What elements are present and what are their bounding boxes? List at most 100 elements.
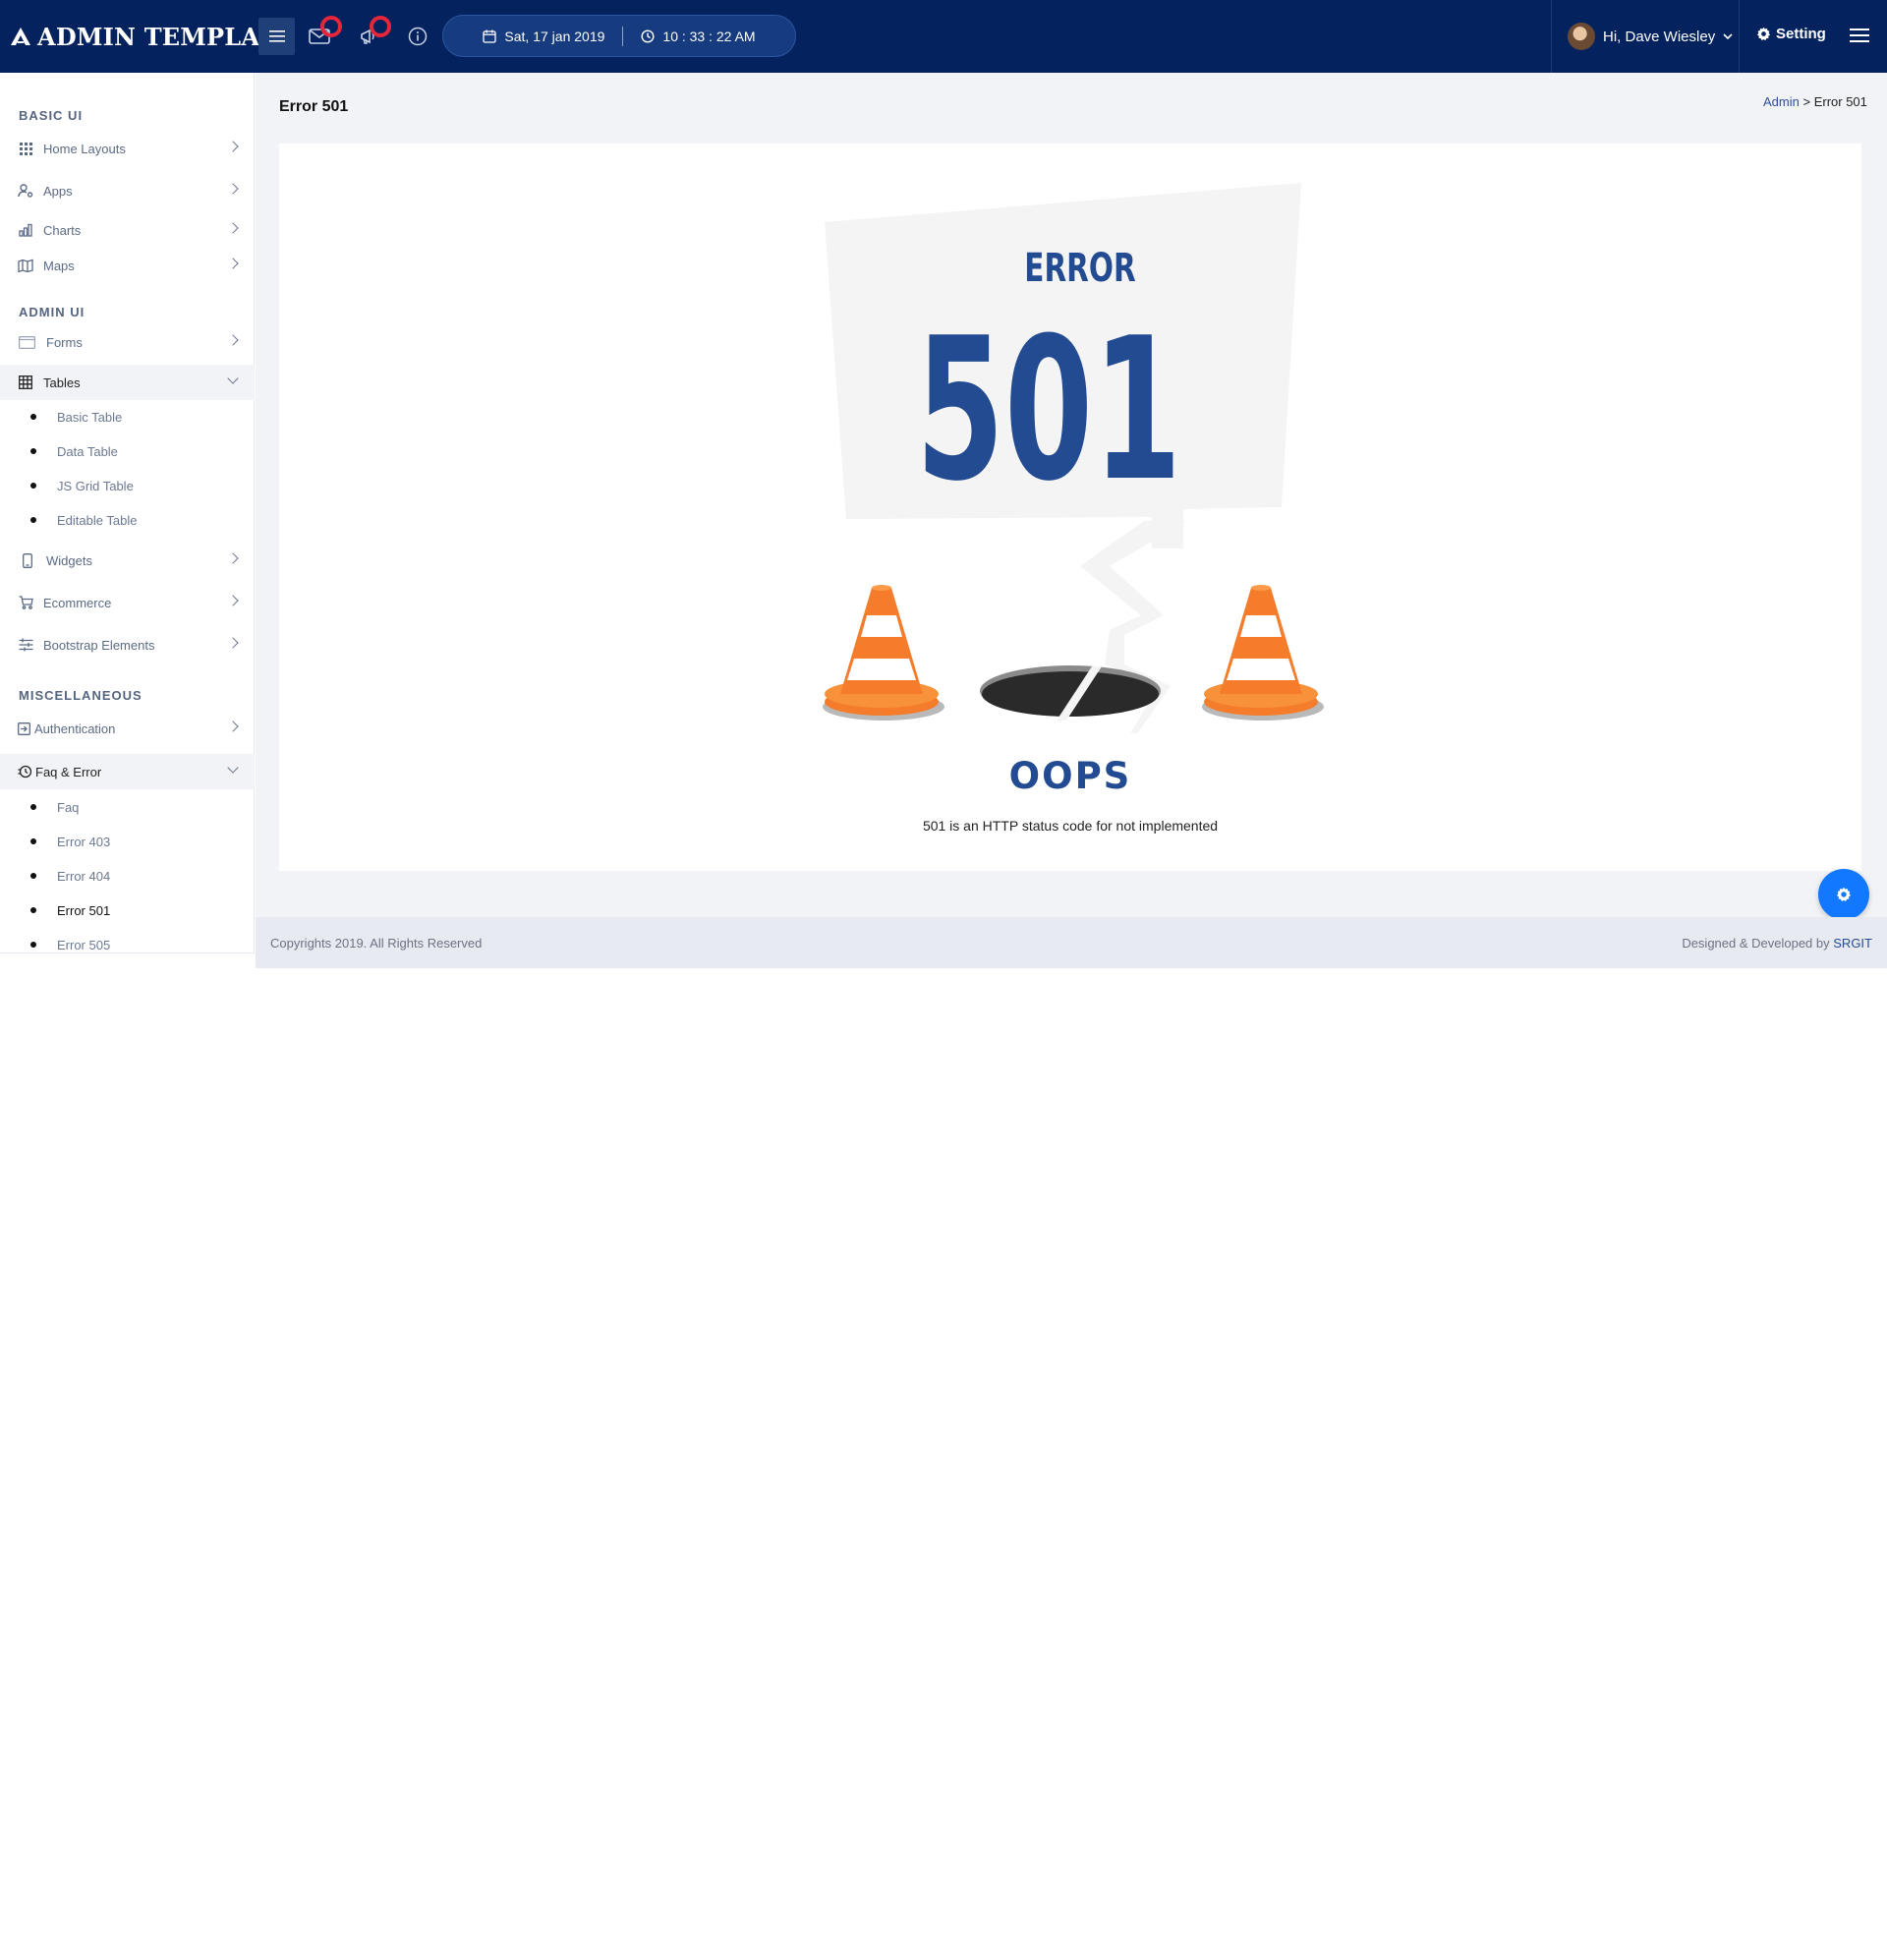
sidebar-item-apps[interactable]: Apps — [0, 173, 255, 208]
map-icon — [18, 258, 33, 273]
sidebar-item-ecommerce[interactable]: Ecommerce — [0, 585, 255, 620]
sidebar-subitem-data-table[interactable]: Data Table — [0, 436, 255, 466]
chevron-right-icon — [227, 222, 239, 234]
hamburger-line — [1850, 40, 1869, 42]
sidebar-item-charts[interactable]: Charts — [0, 212, 255, 248]
sidebar-item-faq-error[interactable]: Faq & Error — [0, 754, 255, 789]
sidebar-item-label: Tables — [43, 375, 81, 390]
user-menu[interactable]: Hi, Dave Wiesley — [1551, 0, 1740, 73]
info-icon — [408, 27, 428, 46]
sidebar-item-label: Home Layouts — [43, 141, 126, 156]
cart-icon — [18, 595, 33, 610]
messages-badge — [320, 16, 342, 37]
sidebar-subitem-error-505[interactable]: Error 505 — [0, 930, 255, 959]
sidebar-subitem-faq[interactable]: Faq — [0, 792, 255, 822]
sliders-icon — [18, 637, 33, 653]
sidebar-item-label: Bootstrap Elements — [43, 637, 155, 653]
user-gear-icon — [18, 183, 33, 199]
chevron-down-icon — [227, 762, 239, 774]
top-navbar: ADMIN TEMPLATE Sat, 17 jan 2019 10: 33 … — [0, 0, 1887, 73]
breadcrumb-admin-link[interactable]: Admin — [1763, 94, 1800, 109]
sidebar-item-label: Maps — [43, 258, 75, 273]
chevron-right-icon — [227, 258, 239, 269]
footer-credit-link[interactable]: SRGIT — [1833, 936, 1872, 951]
login-icon — [18, 721, 30, 736]
page-title: Error 501 — [279, 98, 349, 115]
brand-logo[interactable]: ADMIN TEMPLATE — [10, 20, 294, 53]
date-text: Sat, 17 jan 2019 — [504, 28, 605, 44]
sidebar-item-tables[interactable]: Tables — [0, 365, 255, 400]
sidebar-item-label: Ecommerce — [43, 595, 112, 610]
sidebar-item-home-layouts[interactable]: Home Layouts — [0, 131, 255, 166]
table-icon — [18, 375, 33, 390]
sidebar-subitem-js-grid-table[interactable]: JS Grid Table — [0, 471, 255, 500]
sidebar-subitem-editable-table[interactable]: Editable Table — [0, 505, 255, 535]
error-message: 501 is an HTTP status code for not imple… — [922, 818, 1219, 834]
right-panel-toggle[interactable] — [1850, 26, 1869, 45]
error-word: ERROR — [1024, 245, 1135, 291]
gear-icon — [1756, 27, 1771, 41]
brand-name: ADMIN TEMPLATE — [37, 22, 295, 51]
sidebar-item-forms[interactable]: Forms — [0, 324, 255, 360]
messages-button[interactable] — [305, 16, 342, 51]
breadcrumb: Admin > Error 501 — [1763, 94, 1867, 109]
error-illustration: ERROR 501 — [823, 183, 1324, 733]
chevron-right-icon — [227, 721, 239, 732]
section-title-basic-ui: BASIC UI — [19, 108, 84, 123]
error-headline: OOPS — [1008, 755, 1132, 797]
hamburger-line — [1850, 29, 1869, 30]
breadcrumb-current: Error 501 — [1813, 94, 1867, 109]
info-button[interactable] — [403, 22, 432, 51]
chevron-right-icon — [227, 552, 239, 564]
chevron-right-icon — [227, 183, 239, 195]
history-icon — [18, 764, 31, 779]
sidebar-item-authentication[interactable]: Authentication — [0, 711, 255, 746]
sidebar-subitem-basic-table[interactable]: Basic Table — [0, 402, 255, 432]
setting-button[interactable]: Setting — [1756, 26, 1826, 42]
chevron-right-icon — [227, 141, 239, 152]
user-greeting: Hi, Dave Wiesley — [1603, 28, 1716, 45]
sidebar-subitem-error-404[interactable]: Error 404 — [0, 861, 255, 891]
time-text: 10 : 33 : 22 AM — [662, 28, 756, 44]
bar-chart-icon — [18, 222, 33, 238]
notifications-button[interactable] — [354, 16, 391, 51]
sidebar-toggle-button[interactable] — [258, 18, 295, 55]
sidebar-item-widgets[interactable]: Widgets — [0, 543, 255, 578]
avatar — [1568, 23, 1595, 50]
sidebar-subitem-error-403[interactable]: Error 403 — [0, 827, 255, 856]
chevron-down-icon — [227, 373, 239, 384]
setting-label: Setting — [1776, 26, 1826, 42]
form-icon — [18, 334, 36, 350]
hamburger-line — [1850, 34, 1869, 36]
right-traffic-cone — [1202, 585, 1324, 721]
footer-credit: Designed & Developed by SRGIT — [1682, 936, 1872, 951]
sidebar-item-label: Charts — [43, 222, 82, 238]
left-traffic-cone — [823, 585, 944, 721]
gear-icon — [1837, 887, 1851, 901]
sidebar-item-label: Authentication — [34, 721, 116, 736]
error-code: 501 — [916, 296, 1181, 525]
calendar-icon — [483, 29, 497, 43]
sidebar-item-label: Faq & Error — [35, 764, 102, 779]
settings-fab-button[interactable] — [1818, 869, 1869, 920]
sidebar-item-maps[interactable]: Maps — [0, 248, 255, 283]
chevron-down-icon — [1723, 33, 1733, 40]
menu-icon — [268, 30, 285, 42]
footer-copyright: Copyrights 2019. All Rights Reserved — [270, 935, 483, 951]
sidebar-item-label: Forms — [46, 334, 83, 350]
main-content: Error 501 Admin > Error 501 ERROR 501 OO… — [256, 73, 1887, 920]
sidebar-subitem-error-501[interactable]: Error 501 — [0, 895, 255, 925]
chevron-right-icon — [227, 637, 239, 649]
sidebar-item-label: Apps — [43, 183, 73, 199]
logo-a-icon — [11, 28, 30, 45]
section-title-admin-ui: ADMIN UI — [19, 305, 86, 319]
phone-icon — [18, 552, 36, 568]
clock-icon — [641, 29, 655, 43]
notifications-badge — [370, 16, 391, 37]
datetime-display: Sat, 17 jan 2019 10 : 33 : 22 AM — [442, 15, 796, 57]
sidebar-item-bootstrap-elements[interactable]: Bootstrap Elements — [0, 627, 255, 663]
section-title-miscellaneous: MISCELLANEOUS — [19, 688, 143, 703]
footer: Copyrights 2019. All Rights Reserved Des… — [256, 917, 1887, 968]
breadcrumb-separator: > — [1802, 94, 1811, 109]
grid-icon — [18, 141, 33, 156]
